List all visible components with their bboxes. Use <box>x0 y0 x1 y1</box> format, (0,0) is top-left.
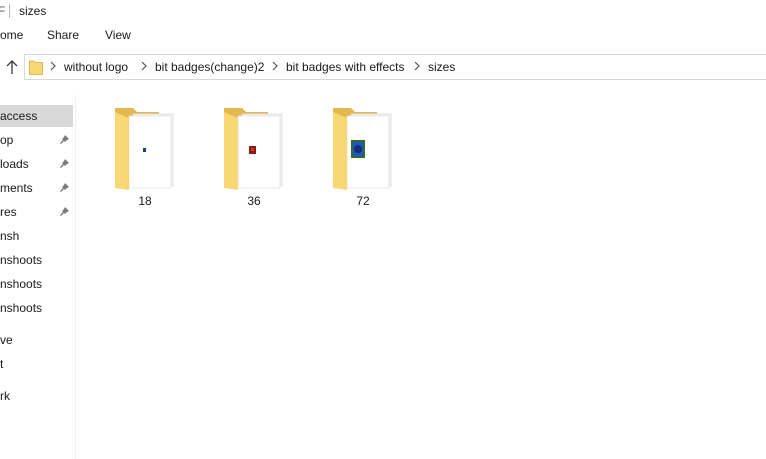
nav-item-screenshoots-3[interactable]: nshoots <box>0 297 73 319</box>
folder-tile-18[interactable]: 18 <box>105 104 185 214</box>
nav-item-label: nshoots <box>0 277 43 291</box>
chevron-right-icon <box>272 61 278 71</box>
breadcrumb-bit-badges-change2[interactable]: bit badges(change)2 <box>155 60 264 74</box>
nav-item-pictures[interactable]: res <box>0 201 73 223</box>
nav-item-documents[interactable]: ments <box>0 177 73 199</box>
pin-icon <box>60 207 69 216</box>
navigation-pane: access op loads ments res nsh nshoots ns… <box>0 95 76 459</box>
nav-item-downloads[interactable]: loads <box>0 153 73 175</box>
nav-item-desktop[interactable]: op <box>0 129 73 151</box>
ribbon-tabs: ome Share View <box>0 22 766 46</box>
nav-item-network[interactable]: rk <box>0 385 73 407</box>
folder-name: 18 <box>138 194 152 208</box>
folder-icon <box>29 60 43 75</box>
nav-item-label: rk <box>0 389 10 403</box>
up-button[interactable] <box>2 57 22 77</box>
tiny-blue-badge-thumbnail <box>143 148 146 152</box>
nav-item-label: ve <box>0 333 13 347</box>
folder-name: 72 <box>356 194 370 208</box>
nav-item-label: res <box>0 205 17 219</box>
folder-icon <box>224 108 283 190</box>
title-bar: F sizes <box>0 0 766 22</box>
nav-item-label: nshoots <box>0 301 43 315</box>
nav-item-label: op <box>0 133 14 147</box>
nav-item-label: access <box>0 109 38 123</box>
nav-item-screenshoots-2[interactable]: nshoots <box>0 273 73 295</box>
title-glyph: F <box>0 4 6 18</box>
folder-tile-72[interactable]: 72 <box>323 104 403 214</box>
nav-item-label: nshoots <box>0 253 43 267</box>
address-bar[interactable]: without logo bit badges(change)2 bit bad… <box>24 54 766 80</box>
chevron-right-icon <box>414 61 420 71</box>
breadcrumb-without-logo[interactable]: without logo <box>64 60 128 74</box>
folder-name: 36 <box>247 194 261 208</box>
pin-icon <box>60 159 69 168</box>
nav-item-folder[interactable]: nsh <box>0 225 73 247</box>
nav-item-quick-access[interactable]: access <box>0 105 73 127</box>
nav-item-label: ments <box>0 181 33 195</box>
nav-item-label: nsh <box>0 229 20 243</box>
tab-home[interactable]: ome <box>0 28 23 42</box>
breadcrumb-sizes[interactable]: sizes <box>428 60 455 74</box>
arrow-up-icon <box>6 60 18 74</box>
chevron-right-icon <box>141 61 147 71</box>
nav-item-label: loads <box>0 157 29 171</box>
chevron-right-icon <box>50 61 56 71</box>
folder-icon <box>333 108 392 190</box>
pin-icon <box>60 135 69 144</box>
folder-icon <box>115 108 174 190</box>
nav-item-this-pc[interactable]: t <box>0 353 73 375</box>
tab-view[interactable]: View <box>105 28 131 42</box>
folder-tile-36[interactable]: 36 <box>214 104 294 214</box>
address-row: without logo bit badges(change)2 bit bad… <box>0 51 766 83</box>
pin-icon <box>60 183 69 192</box>
window-title: sizes <box>19 4 47 18</box>
tab-share[interactable]: Share <box>47 28 79 42</box>
title-separator <box>9 4 10 18</box>
nav-item-label: t <box>0 357 4 371</box>
nav-item-onedrive[interactable]: ve <box>0 329 73 351</box>
nav-item-screenshoots-1[interactable]: nshoots <box>0 249 73 271</box>
breadcrumb-bit-badges-with-effects[interactable]: bit badges with effects <box>286 60 405 74</box>
